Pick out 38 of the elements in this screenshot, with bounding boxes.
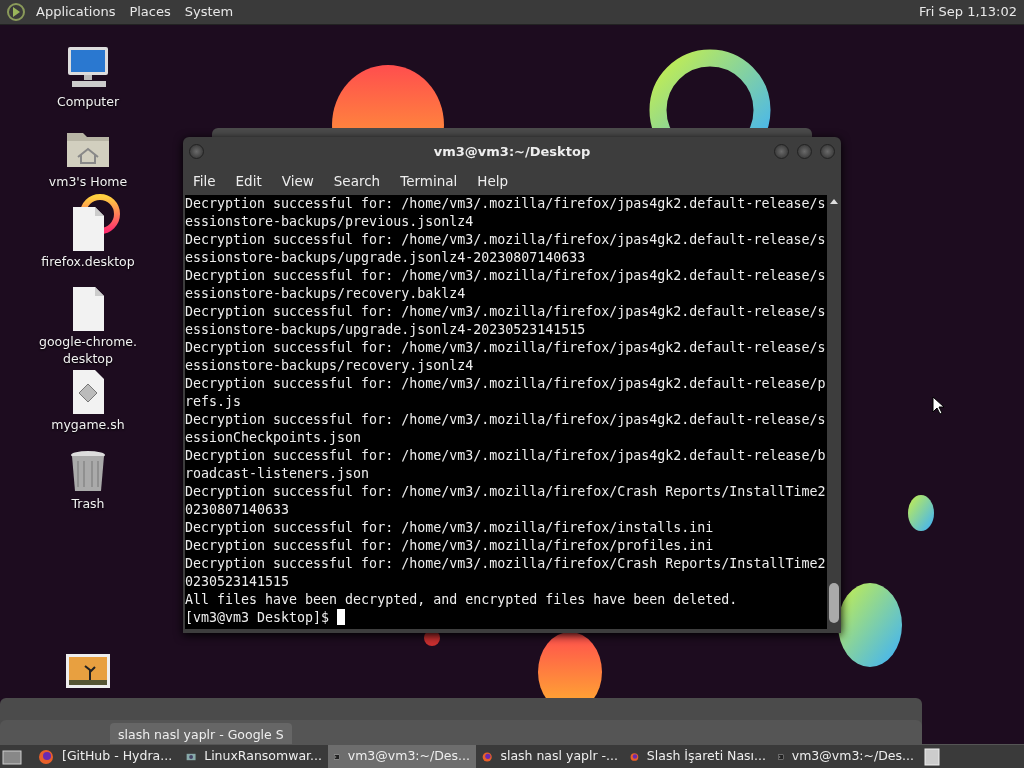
- output-line: All files have been decrypted, and encrypted files have been deleted.: [185, 591, 739, 609]
- output-line: Decryption successful for: /home/vm3/.mozilla/firefox/installs.ini: [185, 519, 715, 537]
- clock[interactable]: Fri Sep 1,13:02: [911, 0, 1024, 24]
- menu-item[interactable]: Terminal: [390, 170, 468, 192]
- window-title: vm3@vm3:~/Desktop: [433, 143, 591, 162]
- output-line: Decryption successful for: /home/vm3/.mozilla/firefox/profiles.ini: [185, 537, 715, 555]
- output-line: Decryption successful for: /home/vm3/.mozilla/firefox/jpas4gk2.default-release/sessionstore-backups/upgrade.jsonlz4-20230807140633: [185, 231, 826, 267]
- icon-label[interactable]: google-chrome. desktop: [39, 333, 137, 367]
- menu-item[interactable]: Search: [323, 170, 391, 192]
- taskbar-button[interactable]: vm3@vm3:~/Des...: [772, 744, 920, 768]
- menu-item[interactable]: Edit: [225, 170, 272, 192]
- icon-label[interactable]: Computer: [56, 93, 120, 110]
- output-line: Decryption successful for: /home/vm3/.mozilla/firefox/jpas4gk2.default-release/sessionCheckpoints.json: [185, 411, 826, 447]
- icon-label[interactable]: firefox.desktop: [41, 253, 135, 270]
- taskbar-button[interactable]: LinuxRansomwar...: [180, 744, 328, 768]
- menu-item[interactable]: View: [271, 170, 324, 192]
- icon-label[interactable]: vm3's Home: [48, 173, 128, 190]
- output-line: Decryption successful for: /home/vm3/.mozilla/firefox/jpas4gk2.default-release/sessionstore-backups/recovery.jsonlz4: [185, 339, 826, 375]
- command-prompt: [vm3@vm3 Desktop]$: [185, 610, 330, 625]
- browser-tab[interactable]: slash nasl yaplr - Google S: [110, 722, 292, 744]
- output-line: Decryption successful for: /home/vm3/.mozilla/firefox/Crash Reports/InstallTime20230523141515: [185, 555, 826, 591]
- output-line: Decryption successful for: /home/vm3/.mozilla/firefox/jpas4gk2.default-release/prefs.js: [185, 375, 826, 411]
- taskbar-button[interactable]: vm3@vm3:~/Des...: [328, 744, 476, 768]
- output-line: Decryption successful for: /home/vm3/.mozilla/firefox/jpas4gk2.default-release/sessionstore-backups/upgrade.jsonlz4-20230523141515: [185, 303, 826, 339]
- icon-label[interactable]: Trash: [71, 495, 105, 512]
- taskbar-button[interactable]: Slash İşareti Nası...: [624, 744, 772, 768]
- output-line: Decryption successful for: /home/vm3/.mozilla/firefox/Crash Reports/InstallTime20230807140633: [185, 483, 826, 519]
- icon-label[interactable]: mygame.sh: [51, 416, 125, 433]
- menu-item[interactable]: System: [177, 0, 241, 24]
- output-line: Decryption successful for: /home/vm3/.mozilla/firefox/jpas4gk2.default-release/broadcast-listeners.json: [185, 447, 826, 483]
- menu-item[interactable]: Applications: [29, 0, 123, 24]
- taskbar-button[interactable]: slash nasl yaplr -...: [476, 744, 624, 768]
- menu-item[interactable]: Places: [122, 0, 178, 24]
- output-line: Decryption successful for: /home/vm3/.mozilla/firefox/jpas4gk2.default-release/sessionstore-backups/previous.jsonlz4: [185, 195, 826, 231]
- taskbar-button[interactable]: [GitHub - Hydra...: [32, 744, 180, 768]
- menu-item[interactable]: File: [183, 170, 226, 192]
- output-line: Decryption successful for: /home/vm3/.mozilla/firefox/jpas4gk2.default-release/sessionstore-backups/recovery.baklz4: [185, 267, 826, 303]
- menu-item[interactable]: Help: [467, 170, 519, 192]
